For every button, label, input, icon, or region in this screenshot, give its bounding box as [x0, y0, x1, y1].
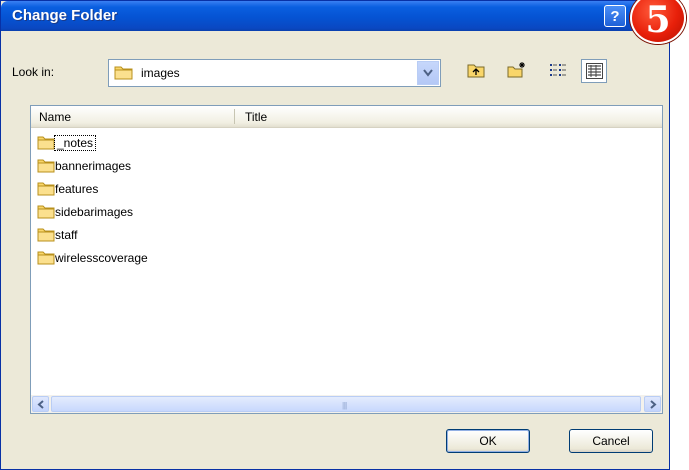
folder-icon: [114, 64, 134, 83]
title-bar[interactable]: Change Folder ?: [1, 1, 669, 31]
details-view-button[interactable]: [581, 59, 607, 83]
column-header-name[interactable]: Name: [39, 110, 71, 124]
new-folder-button[interactable]: [503, 59, 529, 83]
folder-name: _notes: [53, 135, 97, 151]
folder-icon: [37, 181, 55, 199]
help-button[interactable]: ?: [604, 5, 626, 27]
scroll-left-button[interactable]: [32, 396, 49, 412]
folder-name: sidebarimages: [55, 205, 134, 219]
folder-icon: [37, 250, 55, 268]
look-in-value: images: [141, 66, 180, 80]
folder-name: wirelesscoverage: [55, 251, 148, 265]
look-in-dropdown[interactable]: images: [108, 59, 441, 87]
list-view-button[interactable]: [545, 59, 571, 83]
scroll-thumb[interactable]: ||||: [51, 396, 641, 412]
change-folder-dialog: Change Folder ? Look in: images Name Tit…: [0, 0, 670, 470]
horizontal-scrollbar[interactable]: ||||: [31, 395, 662, 413]
folder-icon: [37, 158, 55, 176]
folder-name: features: [55, 182, 99, 196]
up-folder-button[interactable]: [463, 59, 489, 83]
folder-icon: [37, 204, 55, 222]
grip-icon: ||||: [342, 401, 347, 410]
cancel-button[interactable]: Cancel: [569, 429, 653, 453]
ok-button[interactable]: OK: [446, 429, 530, 453]
dialog-title: Change Folder: [12, 7, 118, 24]
chevron-down-icon[interactable]: [417, 61, 439, 85]
folder-name: staff: [55, 228, 78, 242]
folder-list[interactable]: Name Title _notes bannerimages features …: [30, 105, 663, 414]
list-header: Name Title: [31, 106, 662, 128]
step-badge: 5: [630, 0, 686, 44]
look-in-label: Look in:: [12, 65, 55, 79]
folder-icon: [37, 135, 55, 153]
scroll-right-button[interactable]: [644, 396, 661, 412]
column-header-title[interactable]: Title: [245, 110, 267, 124]
folder-icon: [37, 227, 55, 245]
column-divider[interactable]: [234, 109, 235, 124]
folder-name: bannerimages: [55, 159, 132, 173]
